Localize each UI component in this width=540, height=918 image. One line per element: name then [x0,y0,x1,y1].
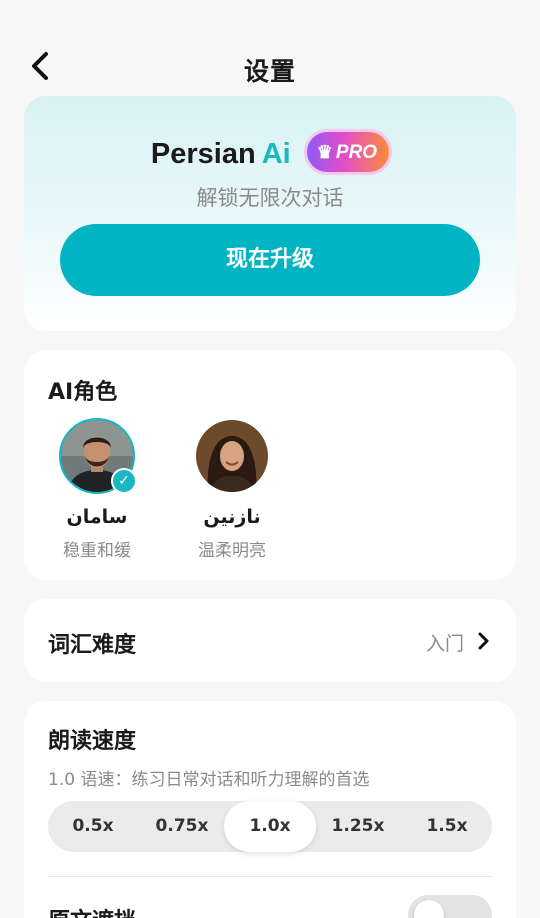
check-icon: ✓ [111,468,137,494]
speed-segmented-control: 0.5x 0.75x 1.0x 1.25x 1.5x [48,801,492,852]
role-option-saman[interactable]: ✓ سامان 稳重和缓 [42,418,152,561]
promo-subtitle: 解锁无限次对话 [196,186,344,210]
ai-role-card: AI角色 ✓ سامان 稳重和缓 نازنین 温柔明亮 [24,350,516,580]
role-name: نازنین [203,506,261,528]
avatar [196,420,268,492]
toggle-knob [414,900,444,918]
reading-speed-card: 朗读速度 1.0 语速：练习日常对话和听力理解的首选 0.5x 0.75x 1.… [24,701,516,918]
page-title: 设置 [243,57,296,86]
original-text-toggle[interactable] [408,895,492,918]
role-option-nazanin[interactable]: نازنین 温柔明亮 [177,418,287,561]
role-desc: 稳重和缓 [63,541,131,561]
speed-option-1.5x[interactable]: 1.5x [402,801,492,852]
original-text-label: 原文遮挡 [48,903,136,918]
speed-option-0.75x[interactable]: 0.75x [138,801,226,852]
brand-ai: Ai [261,138,291,170]
ai-role-title: AI角色 [48,380,118,405]
speed-option-1.25x[interactable]: 1.25x [314,801,402,852]
divider [48,876,492,877]
top-bar: 设置 [0,0,540,100]
pro-badge-label: PRO [335,142,378,164]
vocab-difficulty-row[interactable]: 词汇难度 入门 [24,599,516,682]
avatar-wrap [194,418,270,494]
vocab-value: 入门 [425,633,464,655]
role-name: سامان [66,506,128,528]
speed-option-1.0x[interactable]: 1.0x [224,801,316,852]
pro-badge: ♛ PRO [306,132,390,173]
vocab-label: 词汇难度 [48,633,137,658]
pro-upgrade-card: Persian Ai ♛ PRO 解锁无限次对话 现在升级 [24,96,516,331]
reading-speed-title: 朗读速度 [48,729,137,754]
chevron-right-icon [478,632,489,650]
avatar-wrap: ✓ [59,418,137,494]
speed-option-0.5x[interactable]: 0.5x [48,801,138,852]
promo-title: Persian Ai ♛ PRO [24,132,516,173]
brand-name: Persian [150,138,256,170]
role-desc: 温柔明亮 [198,541,266,561]
upgrade-now-button[interactable]: 现在升级 [60,224,480,296]
reading-speed-description: 1.0 语速：练习日常对话和听力理解的首选 [48,770,370,790]
crown-icon: ♛ [316,142,333,163]
